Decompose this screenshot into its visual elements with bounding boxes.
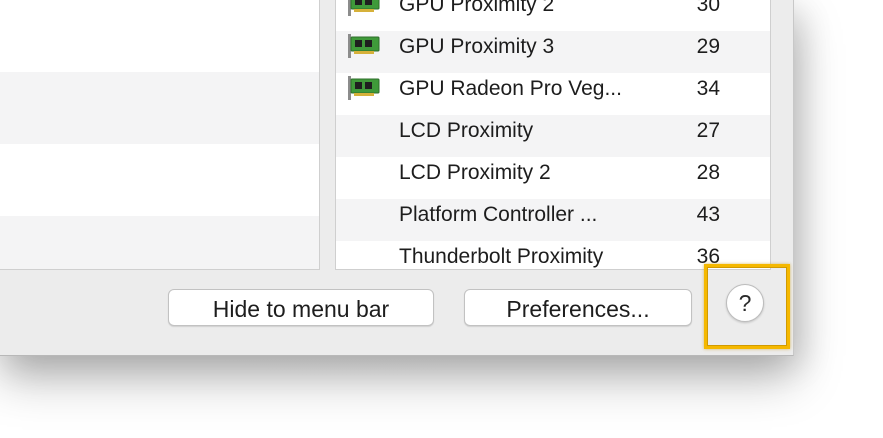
- sensor-name: GPU Radeon Pro Veg...: [399, 77, 622, 100]
- sensor-value: 27: [696, 119, 720, 142]
- left-list-panel[interactable]: [0, 0, 320, 270]
- left-list-row[interactable]: [0, 216, 319, 269]
- sensor-value: 30: [696, 0, 720, 16]
- sensor-value: 28: [696, 161, 720, 184]
- sensor-name: LCD Proximity 2: [399, 161, 551, 184]
- table-row[interactable]: LCD Proximity 27: [336, 115, 770, 157]
- hide-to-menu-bar-button[interactable]: Hide to menu bar: [168, 289, 434, 326]
- table-row[interactable]: GPU Radeon Pro Veg... 34: [336, 73, 770, 115]
- table-row[interactable]: LCD Proximity 2 28: [336, 157, 770, 199]
- left-list-row[interactable]: [0, 72, 319, 144]
- gpu-card-icon: [346, 34, 382, 58]
- sensor-name: Platform Controller ...: [399, 203, 598, 226]
- help-button[interactable]: ?: [726, 284, 764, 322]
- sensor-name: Thunderbolt Proximity: [399, 245, 604, 268]
- table-row[interactable]: GPU Proximity 3 29: [336, 31, 770, 73]
- left-list-row[interactable]: [0, 144, 319, 216]
- app-window: GPU Proximity 2 30 GPU Proximity 3 29 GPU Ra…: [0, 0, 794, 356]
- table-row[interactable]: GPU Proximity 2 30: [336, 0, 770, 31]
- sensors-table[interactable]: GPU Proximity 2 30 GPU Proximity 3 29 GPU Ra…: [335, 0, 771, 270]
- sensor-name: GPU Proximity 3: [399, 35, 555, 58]
- preferences-button[interactable]: Preferences...: [464, 289, 692, 326]
- left-list-row[interactable]: [0, 0, 319, 72]
- sensor-value: 29: [696, 35, 720, 58]
- gpu-card-icon: [346, 0, 382, 16]
- table-row[interactable]: Platform Controller ... 43: [336, 199, 770, 241]
- sensor-name: LCD Proximity: [399, 119, 534, 142]
- gpu-card-icon: [346, 76, 382, 100]
- sensor-value: 34: [696, 77, 720, 100]
- sensor-value: 43: [696, 203, 720, 226]
- sensor-name: GPU Proximity 2: [399, 0, 555, 16]
